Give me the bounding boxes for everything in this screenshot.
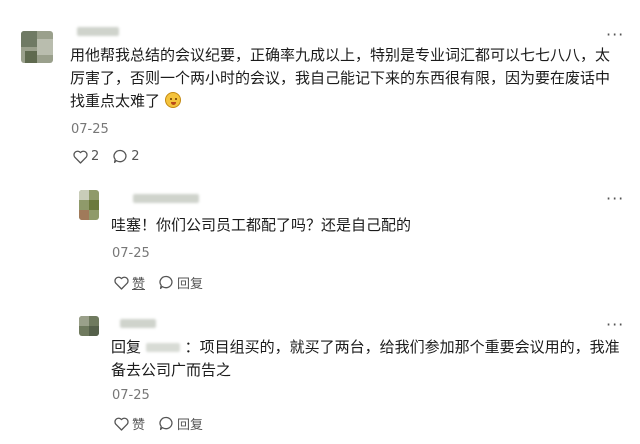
reply-button[interactable]: 回复 bbox=[159, 273, 203, 292]
like-button[interactable]: 赞 bbox=[114, 273, 145, 292]
comment-body: 用他帮我总结的会议纪要，正确率九成以上，特别是专业词汇都可以七七八八，太厉害了，… bbox=[70, 46, 611, 110]
avatar[interactable] bbox=[21, 31, 53, 63]
comment-date: 07-25 bbox=[112, 388, 150, 403]
like-count: 2 bbox=[91, 149, 100, 164]
reply-button[interactable]: 2 bbox=[113, 149, 140, 164]
reply-count: 2 bbox=[131, 149, 140, 164]
heart-icon bbox=[114, 276, 129, 290]
comment-actions: 赞 回复 bbox=[114, 273, 217, 292]
more-icon[interactable]: ··· bbox=[606, 317, 624, 333]
like-label: 赞 bbox=[132, 418, 146, 433]
reply-label: 回复 bbox=[177, 277, 204, 292]
more-icon[interactable]: ··· bbox=[606, 191, 624, 207]
comment-2: ··· 哇塞！你们公司员工都配了吗？还是自己配的 07-25 赞 回复 bbox=[0, 180, 640, 300]
reply-label: 回复 bbox=[177, 418, 204, 433]
comment-actions: 2 2 bbox=[73, 149, 154, 164]
comment-bubble-icon bbox=[159, 416, 173, 431]
comment-date: 07-25 bbox=[71, 122, 109, 137]
username[interactable] bbox=[77, 27, 119, 36]
reply-target-username[interactable] bbox=[145, 343, 180, 352]
username[interactable] bbox=[133, 194, 199, 203]
comment-text: 用他帮我总结的会议纪要，正确率九成以上，特别是专业词汇都可以七七八八，太厉害了，… bbox=[70, 44, 622, 113]
comment-bubble-icon bbox=[113, 149, 127, 164]
heart-icon bbox=[73, 150, 88, 164]
like-button[interactable]: 2 bbox=[73, 149, 99, 164]
like-label: 赞 bbox=[132, 277, 146, 292]
more-icon[interactable]: ··· bbox=[606, 27, 624, 43]
comment-body: ：项目组买的，就买了两台，给我们参加那个重要会议用的，我准备去公司广而告之 bbox=[111, 338, 620, 379]
avatar[interactable] bbox=[79, 316, 99, 336]
reply-prefix: 回复 bbox=[111, 338, 142, 356]
username[interactable] bbox=[120, 319, 156, 328]
comment-bubble-icon bbox=[159, 275, 173, 290]
grinning-face-emoji-icon bbox=[164, 92, 181, 108]
comment-actions: 赞 回复 bbox=[114, 414, 217, 433]
comment-text: 回复 ：项目组买的，就买了两台，给我们参加那个重要会议用的，我准备去公司广而告之 bbox=[111, 336, 631, 382]
reply-button[interactable]: 回复 bbox=[159, 414, 203, 433]
comment-date: 07-25 bbox=[112, 246, 150, 261]
avatar[interactable] bbox=[79, 190, 99, 220]
comment-1: ··· 用他帮我总结的会议纪要，正确率九成以上，特别是专业词汇都可以七七八八，太… bbox=[0, 0, 640, 180]
comment-text: 哇塞！你们公司员工都配了吗？还是自己配的 bbox=[111, 216, 412, 234]
heart-icon bbox=[114, 417, 129, 431]
like-button[interactable]: 赞 bbox=[114, 414, 145, 433]
comment-3: ··· 回复 ：项目组买的，就买了两台，给我们参加那个重要会议用的，我准备去公司… bbox=[0, 300, 640, 444]
